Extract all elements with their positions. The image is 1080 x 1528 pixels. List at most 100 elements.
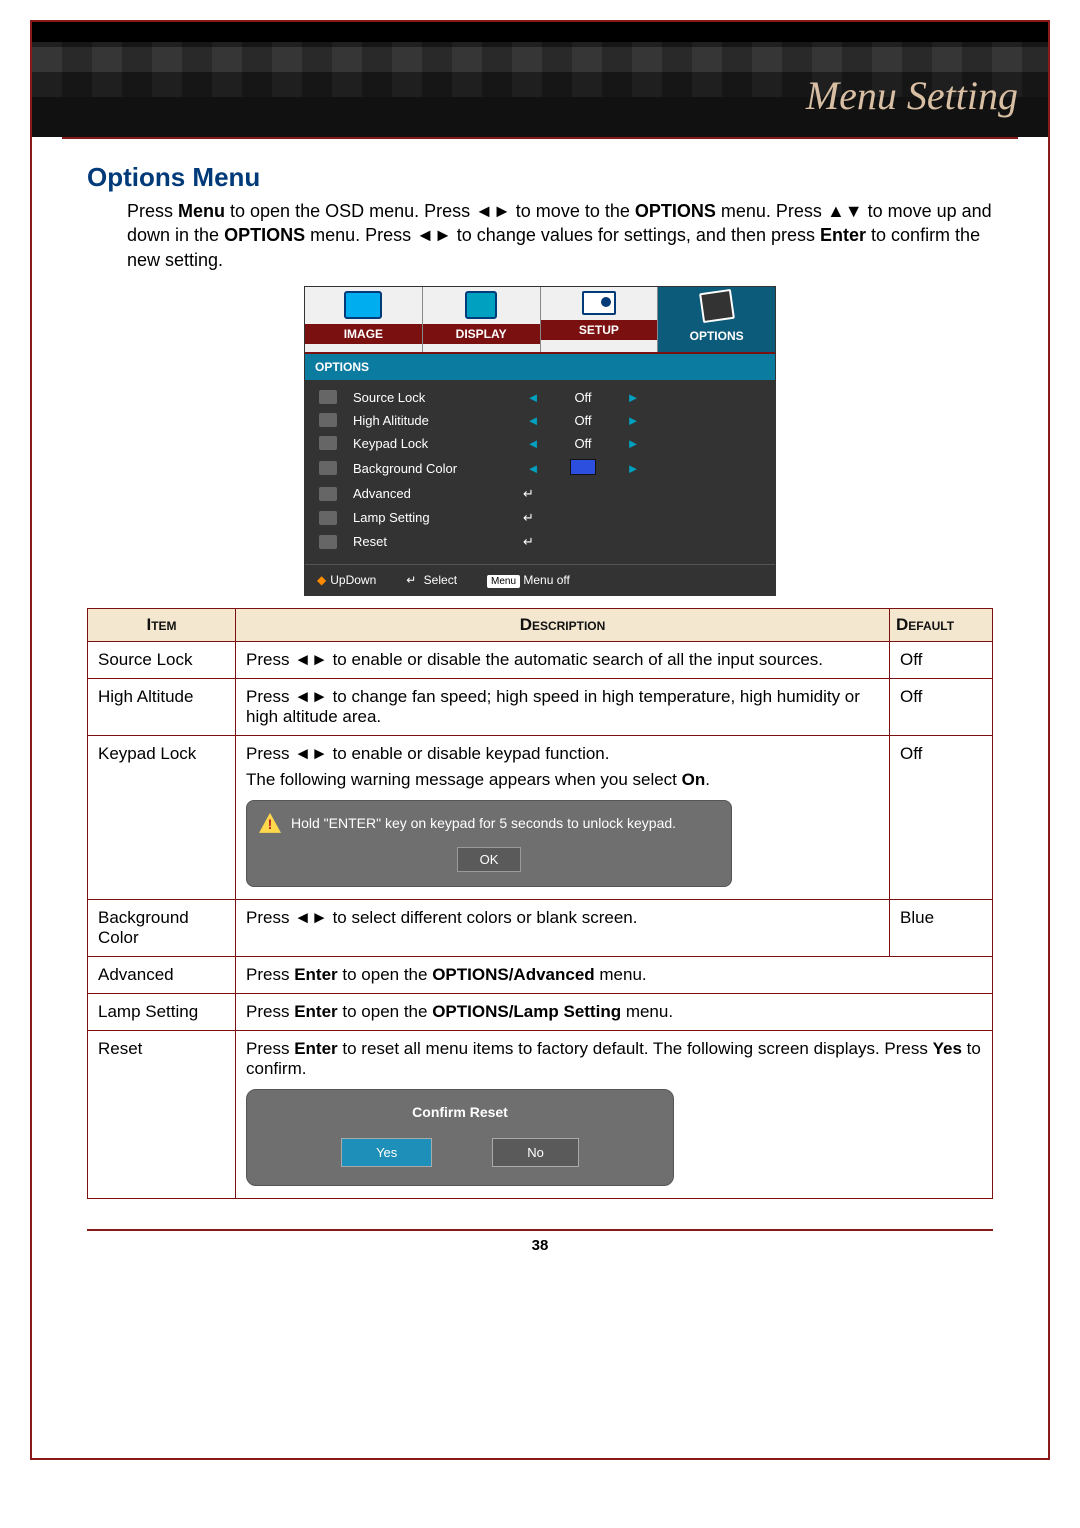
osd-foot-label: UpDown [330,573,376,587]
desc-enter: Enter [294,1039,337,1058]
banner: Menu Setting [32,22,1048,137]
enter-icon: ↵ [523,534,543,550]
ok-button[interactable]: OK [457,847,522,872]
left-right-icon: ◄► [416,225,452,245]
table-row: Advanced Press Enter to open the OPTIONS… [88,956,993,993]
desc-text: to open the [338,1002,433,1021]
confirm-title: Confirm Reset [265,1104,655,1120]
osd-row-label: Lamp Setting [353,510,513,525]
desc-text: Press [246,650,294,669]
osd-tab-row: IMAGE DISPLAY SETUP OPTIONS [305,287,775,354]
osd-tab-setup: SETUP [541,287,659,352]
intro-text: to move to the [511,201,635,221]
left-right-icon: ◄► [475,201,511,221]
advanced-icon [319,487,337,501]
intro-text: menu. Press [716,201,827,221]
osd-row: Advanced ↵ [319,482,761,506]
cell-desc: Press Enter to open the OPTIONS/Lamp Set… [236,993,993,1030]
osd-tab-label: OPTIONS [658,326,775,346]
updown-icon: ◆ [317,573,326,587]
th-item: Item [88,608,236,641]
intro-text: menu. Press [305,225,416,245]
osd-foot-menuoff: Menu Menu off [487,573,570,587]
th-desc: Description [236,608,890,641]
page-number: 38 [32,1237,1048,1254]
cell-item: Background Color [88,899,236,956]
desc-text: Press [246,965,294,984]
keypad-warning-box: Hold "ENTER" key on keypad for 5 seconds… [246,800,732,887]
footer-rule [87,1229,993,1231]
desc-enter: Enter [294,965,337,984]
osd-row: Source Lock ◄ Off ► [319,386,761,409]
osd-row-label: Background Color [353,461,513,476]
cell-item: Lamp Setting [88,993,236,1030]
cell-desc: Press Enter to open the OPTIONS/Advanced… [236,956,993,993]
table-row: High Altitude Press ◄► to change fan spe… [88,678,993,735]
osd-row: Reset ↵ [319,530,761,554]
left-right-icon: ◄► [294,687,328,706]
osd-row-label: High Alititude [353,413,513,428]
osd-foot-label: Select [424,573,457,587]
table-row: Reset Press Enter to reset all menu item… [88,1030,993,1198]
osd-tab-image: IMAGE [305,287,423,352]
desc-text: Press [246,744,294,763]
no-button[interactable]: No [492,1138,579,1167]
osd-row-value [553,459,613,478]
osd-row: High Alititude ◄ Off ► [319,409,761,432]
left-right-icon: ◄► [294,650,328,669]
enter-icon: ↵ [406,573,416,587]
section-heading: Options Menu [87,162,993,193]
cell-desc: Press ◄► to enable or disable the automa… [236,641,890,678]
warning-text: Hold "ENTER" key on keypad for 5 seconds… [291,815,676,831]
warning-icon [259,813,281,833]
intro-options: OPTIONS [224,225,305,245]
osd-row: Keypad Lock ◄ Off ► [319,432,761,455]
cell-item: Keypad Lock [88,735,236,899]
color-icon [319,461,337,475]
arrow-right-icon: ► [623,413,643,428]
osd-tab-display: DISPLAY [423,287,541,352]
menu-key-icon: Menu [487,575,520,588]
cell-default: Off [890,735,993,899]
table-row: Source Lock Press ◄► to enable or disabl… [88,641,993,678]
osd-tab-label: SETUP [541,320,658,340]
cell-item: Advanced [88,956,236,993]
osd-subhead: OPTIONS [305,354,775,380]
cell-default: Off [890,678,993,735]
desc-text: Press [246,908,294,927]
osd-row: Background Color ◄ ► [319,455,761,482]
osd-tab-label: IMAGE [305,324,422,344]
osd-tab-label: DISPLAY [423,324,540,344]
osd-row-value: Off [553,390,613,405]
osd-row-label: Source Lock [353,390,513,405]
enter-icon: ↵ [523,486,543,502]
banner-title: Menu Setting [806,72,1018,119]
osd-row-value: Off [553,436,613,451]
intro-text: to change values for settings, and then … [452,225,820,245]
desc-on: On [682,770,706,789]
desc-text: to select different colors or blank scre… [328,908,638,927]
osd-foot-select: ↵ Select [406,573,457,587]
options-icon [699,289,735,323]
arrow-left-icon: ◄ [523,413,543,428]
intro-enter: Enter [820,225,866,245]
arrow-right-icon: ► [623,390,643,405]
page-frame: Menu Setting Options Menu Press Menu to … [30,20,1050,1460]
desc-text: menu. [595,965,647,984]
desc-text: to change fan speed; high speed in high … [246,687,860,726]
intro-text: to open the OSD menu. Press [225,201,475,221]
osd-row-value: Off [553,413,613,428]
desc-text: The following warning message appears wh… [246,770,682,789]
image-icon [344,291,382,319]
enter-icon: ↵ [523,510,543,526]
lamp-icon [319,511,337,525]
osd-row-label: Reset [353,534,513,549]
desc-text: to enable or disable the automatic searc… [328,650,823,669]
desc-text: Press [246,687,294,706]
confirm-reset-box: Confirm Reset Yes No [246,1089,674,1186]
desc-yes: Yes [933,1039,962,1058]
osd-footer: ◆ UpDown ↵ Select Menu Menu off [305,564,775,595]
cell-item: Source Lock [88,641,236,678]
th-default: Default [890,608,993,641]
yes-button[interactable]: Yes [341,1138,432,1167]
